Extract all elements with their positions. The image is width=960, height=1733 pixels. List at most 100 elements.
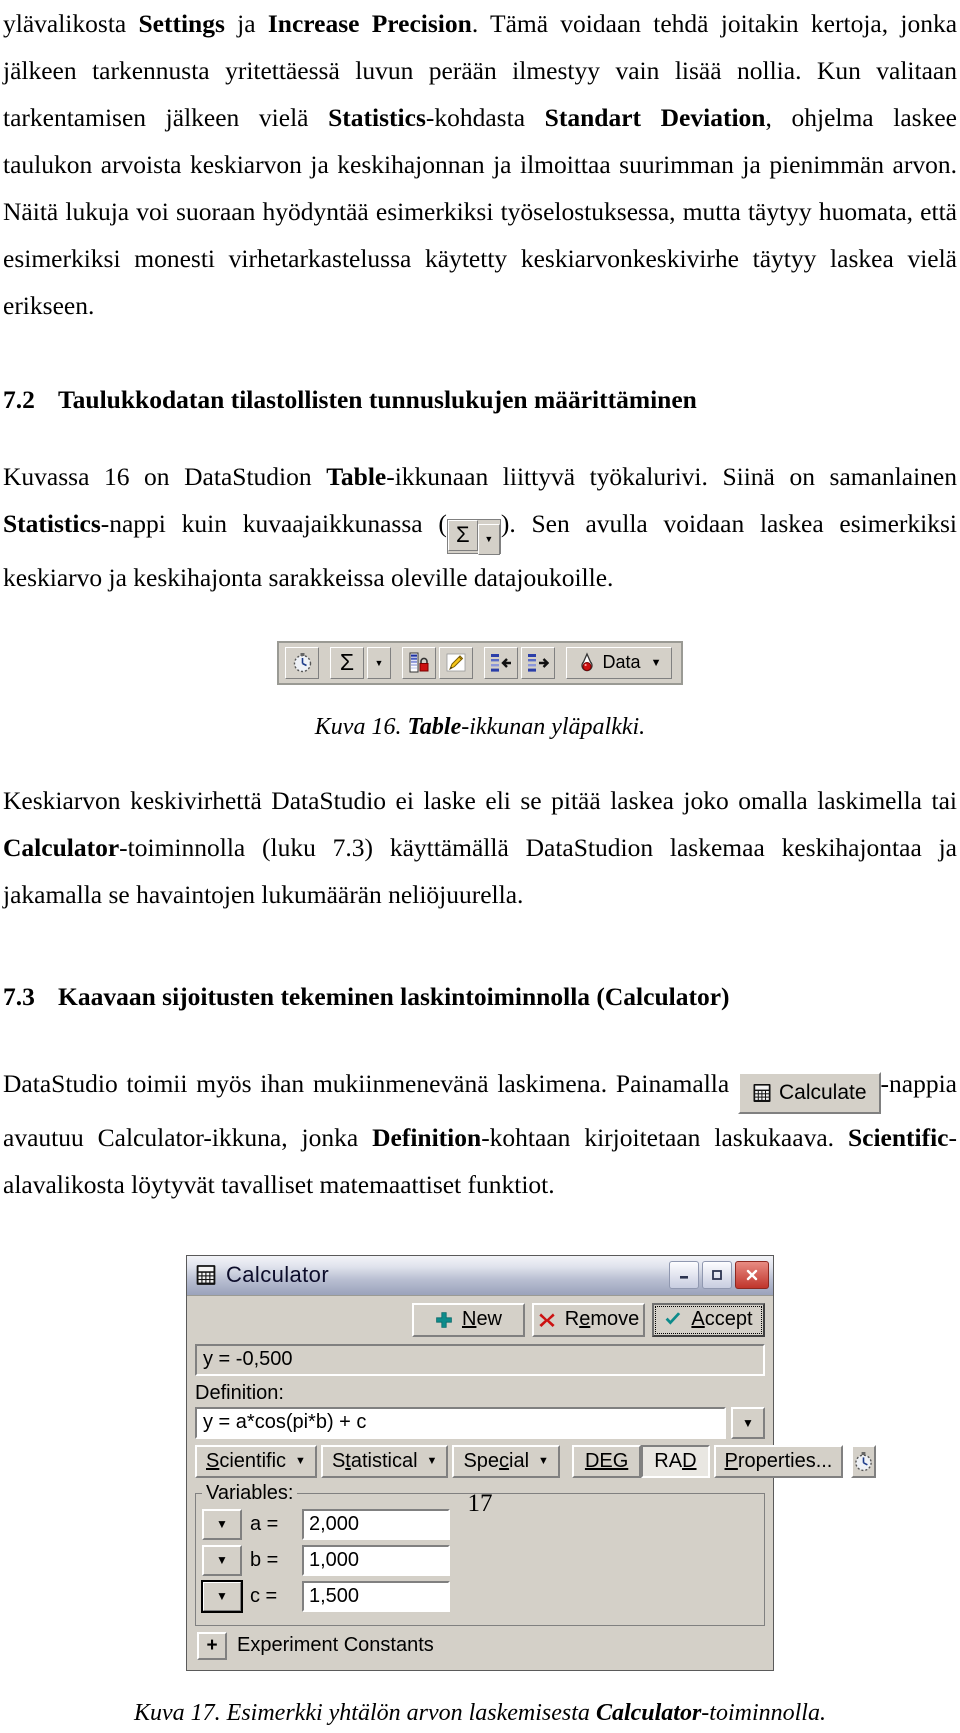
definition-dropdown-button[interactable]: ▼ <box>731 1406 765 1439</box>
minimize-icon <box>680 1276 688 1279</box>
figure-17-caption: Kuva 17. Esimerkki yhtälön arvon laskemi… <box>134 1699 826 1726</box>
paragraph-table-toolbar: Kuvassa 16 on DataStudion Table-ikkunaan… <box>3 453 957 601</box>
insert-right-button[interactable] <box>521 646 555 679</box>
calculator-icon <box>195 1264 217 1286</box>
rad-label: RAD <box>654 1449 697 1472</box>
stopwatch-icon <box>853 1451 874 1472</box>
plus-icon: + <box>206 1634 218 1656</box>
variable-c-dropdown-button[interactable]: ▼ <box>201 1579 243 1613</box>
insert-left-button[interactable] <box>484 646 518 679</box>
experiment-constants-row[interactable]: + Experiment Constants <box>195 1630 765 1662</box>
experiment-constants-label: Experiment Constants <box>237 1634 434 1656</box>
calculator-window: Calculator New Remove Accept y = -0,500 … <box>186 1254 877 1671</box>
variable-b-dropdown-button[interactable]: ▼ <box>202 1544 242 1576</box>
new-button-label: New <box>461 1308 503 1330</box>
statistics-dropdown-button[interactable]: ▼ <box>367 646 391 679</box>
check-icon <box>664 1311 682 1329</box>
maximize-icon <box>712 1270 722 1280</box>
maximize-button[interactable] <box>702 1261 732 1289</box>
variable-b-label: b = <box>250 1548 279 1571</box>
definition-row: y = a*cos(pi*b) + c ▼ <box>195 1406 765 1439</box>
deg-toggle-button[interactable]: DEG <box>571 1444 642 1478</box>
paragraph-part-a: DataStudio toimii myös ihan mukiinmenevä… <box>3 1068 738 1098</box>
variable-c-label: c = <box>250 1584 278 1607</box>
rad-toggle-button[interactable]: RAD <box>641 1444 710 1478</box>
pencil-icon <box>445 652 467 673</box>
properties-button[interactable]: Properties... <box>713 1444 844 1478</box>
variable-row: ▼ b = 1,000 <box>202 1544 758 1576</box>
special-menu-button[interactable]: Special ▼ <box>452 1444 560 1478</box>
close-icon <box>746 1269 758 1281</box>
window-controls <box>669 1261 769 1289</box>
definition-label: Definition: <box>195 1381 284 1404</box>
sigma-statistics-button-inline[interactable]: Σ ▼ <box>446 518 501 555</box>
data-source-icon <box>577 651 597 674</box>
section-heading-7-3: 7.3 Kaavaan sijoitusten tekeminen laskin… <box>3 973 957 1020</box>
chevron-down-icon: ▼ <box>216 1553 228 1567</box>
stopwatch-icon <box>292 652 313 673</box>
stopwatch-button[interactable] <box>285 646 319 679</box>
definition-input[interactable]: y = a*cos(pi*b) + c <box>195 1406 726 1439</box>
figure-16: Σ ▼ Data ▼ <box>3 640 957 685</box>
result-display: y = -0,500 <box>195 1343 765 1376</box>
stopwatch-button[interactable] <box>851 1444 877 1478</box>
paragraph-calculator: DataStudio toimii myös ihan mukiinmenevä… <box>3 1060 957 1208</box>
expand-plus-button[interactable]: + <box>197 1631 227 1660</box>
chevron-down-icon: ▼ <box>295 1455 306 1467</box>
plus-icon <box>435 1311 453 1329</box>
close-button[interactable] <box>735 1261 769 1289</box>
chevron-down-icon: ▼ <box>216 1517 228 1531</box>
statistical-menu-button[interactable]: Statistical ▼ <box>320 1444 449 1478</box>
data-button[interactable]: Data ▼ <box>566 646 672 679</box>
new-button[interactable]: New <box>412 1302 525 1337</box>
minimize-button[interactable] <box>669 1261 699 1289</box>
accept-button-label: Accept <box>691 1308 753 1330</box>
section-number: 7.3 <box>3 981 35 1011</box>
chevron-down-icon[interactable]: ▼ <box>477 523 500 555</box>
data-button-label: Data <box>602 652 641 672</box>
chevron-down-icon: ▼ <box>374 657 384 668</box>
paragraph-standard-error: Keskiarvon keskivirhettä DataStudio ei l… <box>3 785 957 909</box>
variable-c-value: 1,500 <box>309 1584 360 1607</box>
window-title: Calculator <box>226 1262 330 1287</box>
remove-button[interactable]: Remove <box>532 1302 645 1337</box>
lock-data-button[interactable] <box>402 646 436 679</box>
calculate-button[interactable]: Calculate <box>737 1071 881 1114</box>
special-label: Special <box>463 1449 530 1472</box>
calculator-body: New Remove Accept y = -0,500 Definition:… <box>187 1296 877 1670</box>
insert-right-icon <box>527 653 550 673</box>
variable-c-input[interactable]: 1,500 <box>302 1580 450 1612</box>
figure-17: Calculator New Remove Accept y = -0,500 … <box>3 1254 957 1671</box>
sigma-icon: Σ <box>447 519 478 551</box>
scientific-menu-button[interactable]: Scientific ▼ <box>195 1444 317 1478</box>
chevron-down-icon: ▼ <box>426 1455 438 1467</box>
table-window-toolbar: Σ ▼ Data ▼ <box>277 640 683 685</box>
edit-pencil-button[interactable] <box>439 646 473 679</box>
statistics-sigma-button[interactable]: Σ <box>330 646 364 679</box>
chevron-down-icon[interactable]: ▼ <box>651 657 662 669</box>
variable-b-value: 1,000 <box>309 1548 360 1571</box>
figure-16-caption: Kuva 16. Table-ikkunan yläpalkki. <box>314 713 646 740</box>
sigma-icon: Σ <box>339 649 355 675</box>
chevron-down-icon: ▼ <box>742 1415 754 1430</box>
paragraph-intro: ylävalikosta Settings ja Increase Precis… <box>3 9 958 320</box>
properties-label: Properties... <box>724 1449 833 1472</box>
calculator-icon <box>752 1083 772 1103</box>
chevron-down-icon: ▼ <box>538 1455 549 1467</box>
calculator-title-bar[interactable]: Calculator <box>187 1255 773 1296</box>
calculator-action-row: New Remove Accept <box>195 1302 765 1337</box>
document-page: ylävalikosta Settings ja Increase Precis… <box>0 0 960 1726</box>
section-number: 7.2 <box>3 385 35 414</box>
variable-b-input[interactable]: 1,000 <box>302 1544 450 1576</box>
definition-value: y = a*cos(pi*b) + c <box>203 1411 367 1433</box>
deg-label: DEG <box>584 1449 629 1472</box>
accept-button[interactable]: Accept <box>652 1302 765 1337</box>
insert-left-icon <box>490 653 512 673</box>
variable-row: ▼ c = 1,500 <box>201 1579 758 1613</box>
